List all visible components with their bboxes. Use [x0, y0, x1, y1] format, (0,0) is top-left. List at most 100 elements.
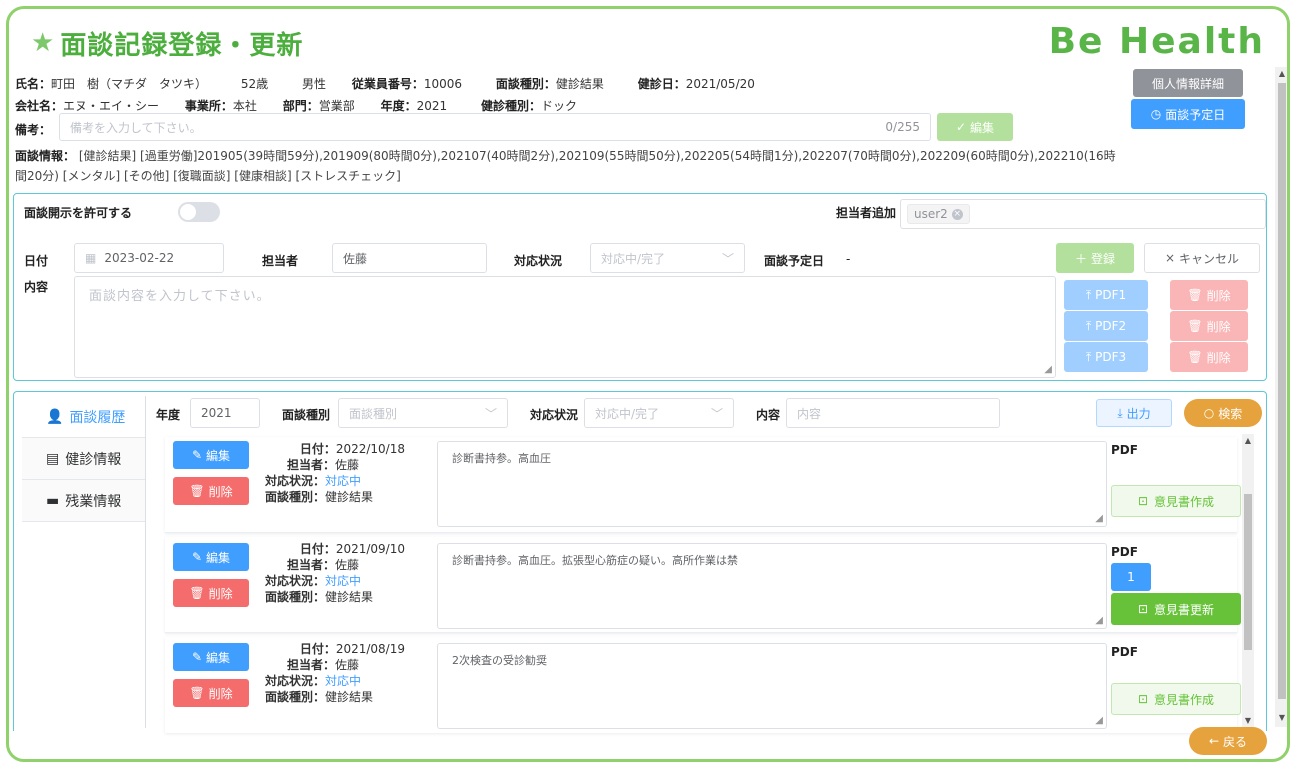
close-icon: × [1164, 251, 1176, 265]
page-scroll-thumb[interactable] [1278, 83, 1286, 699]
resize-handle-icon[interactable]: ◢ [1044, 364, 1052, 375]
export-button[interactable]: ⤓ 出力 [1096, 399, 1172, 427]
record-delete-button[interactable]: 🗑 削除 [173, 579, 249, 607]
record-date: 2022/10/18 [335, 442, 405, 456]
record-edit-label: 編集 [206, 650, 231, 665]
register-label: 登録 [1091, 251, 1116, 266]
tab-interview-history[interactable]: 👤 面談履歴 [22, 396, 145, 438]
scroll-up-icon[interactable]: ▲ [1242, 436, 1254, 445]
employee-gender: 男性 [301, 77, 326, 91]
status-select[interactable]: 対応中/完了 ﹀ [590, 243, 745, 273]
note-edit-button[interactable]: ✓ 編集 [937, 113, 1013, 141]
note-label: 備考： [15, 123, 52, 137]
personal-detail-button[interactable]: 個人情報詳細 [1133, 69, 1243, 97]
record-status: 対応中 [325, 574, 362, 588]
filter-status-select[interactable]: 対応中/完了 ﹀ [584, 398, 734, 428]
record-status-label: 対応状況： [265, 574, 326, 588]
company-name: エヌ・エイ・シー [63, 99, 160, 113]
content-textarea[interactable]: 面談内容を入力して下さい。 ◢ [74, 276, 1056, 378]
filter-content-placeholder: 内容 [797, 406, 822, 421]
assignee-select[interactable]: user2 × [900, 199, 1266, 229]
note-input[interactable]: 備考を入力して下さい。 0/255 [59, 113, 931, 141]
disclose-label: 面談開示を許可する [24, 206, 133, 220]
record-edit-label: 編集 [206, 550, 231, 565]
interview-info-line-1: 面談情報： [健診結果] [過重労働]201905(39時間59分),20190… [15, 147, 1116, 164]
search-button[interactable]: ○ 検索 [1184, 399, 1262, 427]
pdf3-delete-button[interactable]: 🗑 削除 [1170, 342, 1248, 372]
pdf1-upload-button[interactable]: ⤒ PDF1 [1064, 280, 1148, 310]
register-button[interactable]: ＋ 登録 [1056, 243, 1134, 273]
resize-handle-icon[interactable]: ◢ [1095, 513, 1103, 524]
pdf2-upload-button[interactable]: ⤒ PDF2 [1064, 311, 1148, 341]
record-date: 2021/08/19 [335, 642, 405, 656]
name-label: 氏名： [15, 77, 52, 91]
pdf-page-button[interactable]: 1 [1111, 563, 1151, 591]
filter-type-select[interactable]: 面談種別 ﹀ [338, 398, 508, 428]
records-scrollbar[interactable]: ▲ ▼ [1242, 434, 1254, 730]
search-icon: ○ [1203, 406, 1215, 420]
record-person: 佐藤 [335, 558, 360, 572]
pdf2-delete-button[interactable]: 🗑 削除 [1170, 311, 1248, 341]
record-edit-button[interactable]: ✎ 編集 [173, 441, 249, 469]
record-edit-button[interactable]: ✎ 編集 [173, 543, 249, 571]
record-row: ✎ 編集 🗑 削除 日付：2021/09/10 担当者：佐藤 対応状況：対応中 面談… [165, 537, 1241, 633]
scroll-down-icon[interactable]: ▼ [1242, 716, 1254, 725]
emp-no-label: 従業員番号： [351, 77, 424, 91]
record-delete-button[interactable]: 🗑 削除 [173, 679, 249, 707]
export-label: 出力 [1126, 406, 1151, 421]
pdf3-upload-button[interactable]: ⤒ PDF3 [1064, 342, 1148, 372]
pencil-icon: ✎ [191, 448, 203, 462]
record-delete-button[interactable]: 🗑 削除 [173, 477, 249, 505]
schedule-button[interactable]: ◷ 面談予定日 [1131, 99, 1245, 129]
record-pdf-label: PDF [1111, 545, 1138, 559]
person-input[interactable]: 佐藤 [332, 243, 487, 273]
record-edit-button[interactable]: ✎ 編集 [173, 643, 249, 671]
pdf1-delete-button[interactable]: 🗑 削除 [1170, 280, 1248, 310]
star-icon: ★ [31, 28, 55, 58]
record-content[interactable]: 診断書持参。高血圧。拡張型心筋症の疑い。高所作業は禁 ◢ [437, 543, 1107, 629]
pdf-page-label: 1 [1127, 570, 1135, 584]
resize-handle-icon[interactable]: ◢ [1095, 615, 1103, 626]
interview-info-text-1: [健診結果] [過重労働]201905(39時間59分),201909(80時間… [78, 149, 1116, 163]
interview-info-label: 面談情報： [15, 149, 76, 163]
page-scrollbar[interactable]: ▲ ▼ [1275, 67, 1287, 727]
date-input[interactable]: ▦ 2023-02-22 [74, 243, 224, 273]
record-row: ✎ 編集 🗑 削除 日付：2021/08/19 担当者：佐藤 対応状況：対応中 面談… [165, 637, 1241, 733]
chevron-down-icon: ﹀ [721, 251, 734, 266]
resize-handle-icon[interactable]: ◢ [1095, 715, 1103, 726]
opinion-update-button[interactable]: ⊡ 意見書更新 [1111, 593, 1241, 625]
tag-close-icon[interactable]: × [951, 208, 963, 220]
trash-icon: 🗑 [1187, 319, 1203, 333]
tab-checkup-info[interactable]: ▤ 健診情報 [22, 438, 145, 480]
assignee-tag[interactable]: user2 × [907, 204, 970, 224]
record-pdf-label: PDF [1111, 645, 1138, 659]
filter-content-input[interactable]: 内容 [786, 398, 1000, 428]
record-date-label: 日付： [299, 442, 336, 456]
scroll-up-icon[interactable]: ▲ [1275, 69, 1287, 78]
record-delete-label: 削除 [208, 484, 233, 499]
tab-overtime-info[interactable]: ▬ 残業情報 [22, 480, 145, 522]
opinion-create-button[interactable]: ⊡ 意見書作成 [1111, 683, 1241, 715]
record-content[interactable]: 診断書持参。高血圧 ◢ [437, 441, 1107, 527]
status-label: 対応状況 [514, 254, 563, 268]
chevron-down-icon: ﹀ [484, 406, 497, 421]
back-button[interactable]: ← 戻る [1189, 727, 1267, 755]
filter-type-placeholder: 面談種別 [349, 406, 398, 421]
record-pdf-label: PDF [1111, 443, 1138, 457]
trash-icon: 🗑 [189, 686, 205, 700]
clock-icon: ◷ [1150, 107, 1162, 121]
employee-info-row-1: 氏名：町田 樹（マチダ タツキ） 52歳 男性 従業員番号：10006 面談種別… [15, 75, 777, 92]
scroll-down-icon[interactable]: ▼ [1275, 713, 1287, 722]
trash-icon: 🗑 [189, 484, 205, 498]
filter-year-input[interactable]: 2021 [190, 398, 260, 428]
record-content[interactable]: 2次検査の受診勧奨 ◢ [437, 643, 1107, 729]
records-scroll-thumb[interactable] [1244, 494, 1252, 650]
pdf1-delete-label: 削除 [1206, 288, 1231, 303]
filter-year-value: 2021 [201, 406, 232, 420]
opinion-create-button[interactable]: ⊡ 意見書作成 [1111, 485, 1241, 517]
disclose-toggle[interactable] [178, 202, 220, 222]
year-label: 年度： [380, 99, 417, 113]
chevron-down-icon: ﹀ [710, 406, 723, 421]
document-add-icon: ⊡ [1137, 602, 1149, 616]
cancel-button[interactable]: × キャンセル [1144, 243, 1260, 273]
